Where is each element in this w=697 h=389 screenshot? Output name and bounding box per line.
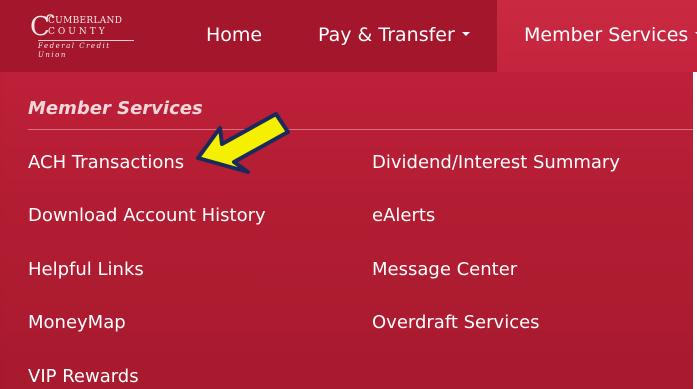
menu-link-moneymap[interactable]: MoneyMap — [28, 312, 126, 334]
logo-line3: Federal Credit Union — [38, 42, 111, 59]
nav-pay-transfer[interactable]: Pay & Transfer — [318, 22, 470, 48]
dropdown-heading: Member Services — [28, 98, 203, 119]
menu-link-dividend-interest-summary[interactable]: Dividend/Interest Summary — [372, 152, 620, 174]
nav-member-services[interactable]: Member Services — [524, 22, 697, 48]
dropdown-divider — [28, 129, 697, 130]
menu-link-overdraft-services[interactable]: Overdraft Services — [372, 312, 540, 334]
chevron-down-icon — [461, 31, 470, 36]
logo-rule — [38, 40, 134, 41]
nav-member-services-label: Member Services — [524, 24, 689, 46]
logo-line2: COUNTY — [48, 27, 108, 37]
nav-pay-transfer-label: Pay & Transfer — [318, 24, 455, 46]
logo-c-icon: Ƈ — [30, 12, 50, 42]
menu-link-download-account-history[interactable]: Download Account History — [28, 205, 266, 227]
menu-link-vip-rewards[interactable]: VIP Rewards — [28, 366, 139, 388]
credit-union-logo[interactable]: Ƈ CUMBERLAND COUNTY Federal Credit Union — [30, 12, 140, 59]
yellow-arrow-annotation-icon — [196, 112, 290, 174]
logo-line1: CUMBERLAND — [48, 16, 123, 26]
arrow-shape — [196, 112, 290, 174]
menu-link-helpful-links[interactable]: Helpful Links — [28, 259, 144, 281]
member-services-dropdown: Member Services ACH Transactions Downloa… — [4, 72, 697, 389]
menu-link-ach-transactions[interactable]: ACH Transactions — [28, 152, 184, 174]
top-navigation-bar: Ƈ CUMBERLAND COUNTY Federal Credit Union… — [0, 0, 697, 72]
app-frame: Ƈ CUMBERLAND COUNTY Federal Credit Union… — [0, 0, 697, 389]
nav-home-label: Home — [206, 24, 263, 46]
menu-link-ealerts[interactable]: eAlerts — [372, 205, 435, 227]
right-edge-strip — [693, 72, 697, 389]
menu-link-message-center[interactable]: Message Center — [372, 259, 517, 281]
nav-home[interactable]: Home — [206, 22, 262, 48]
